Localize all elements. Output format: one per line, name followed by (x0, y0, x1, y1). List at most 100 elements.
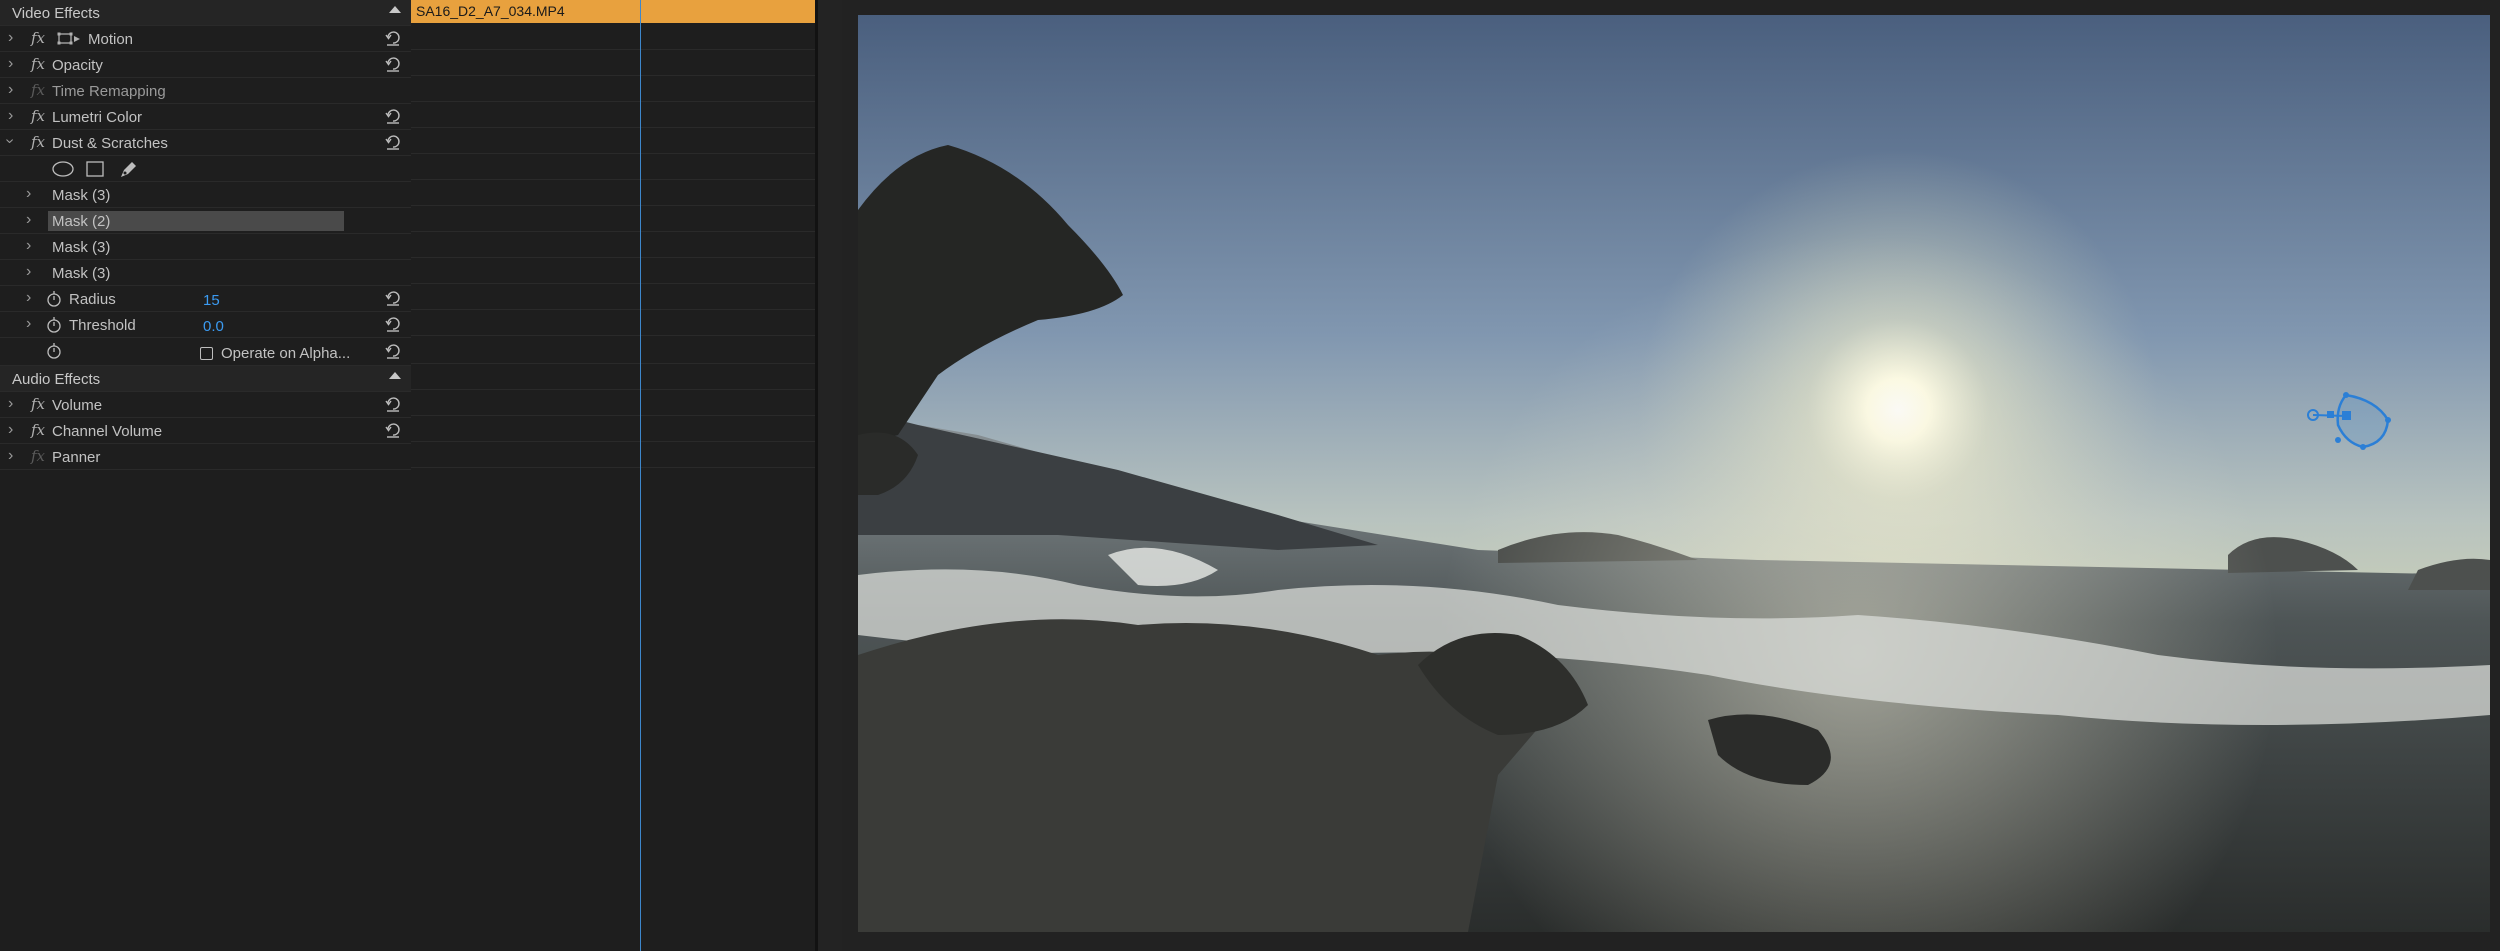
mask-row[interactable]: › Mask (3) (0, 182, 411, 208)
chevron-right-icon[interactable]: › (8, 422, 13, 438)
operate-alpha-label: Operate on Alpha... (221, 345, 351, 362)
timeline-row-divider (411, 335, 815, 336)
effect-label-channel-volume: Channel Volume (52, 423, 163, 440)
reset-icon[interactable] (385, 421, 401, 439)
operate-alpha-checkbox[interactable] (200, 347, 213, 360)
reset-icon[interactable] (385, 133, 401, 151)
reset-icon[interactable] (385, 315, 401, 333)
reset-icon[interactable] (385, 55, 401, 73)
effect-label-panner: Panner (52, 449, 101, 466)
chevron-right-icon[interactable]: › (8, 448, 13, 464)
effect-label-motion: Motion (88, 31, 134, 48)
chevron-right-icon[interactable]: › (26, 264, 31, 280)
audio-effects-title: Audio Effects (12, 371, 101, 388)
chevron-down-icon[interactable]: › (2, 138, 19, 143)
playhead-line[interactable] (640, 0, 641, 951)
panel-divider[interactable] (815, 0, 845, 951)
video-effects-header[interactable]: Video Effects (0, 0, 411, 26)
effect-row-opacity[interactable]: › fx Opacity (0, 52, 411, 78)
fx-icon[interactable]: fx (31, 29, 45, 47)
collapse-up-icon[interactable] (389, 372, 401, 379)
timeline-row-divider (411, 127, 815, 128)
param-row-radius: › Radius 15 (0, 286, 411, 312)
mask-label: Mask (2) (52, 213, 111, 230)
timeline-row-divider (411, 257, 815, 258)
stopwatch-icon[interactable] (46, 316, 62, 334)
timeline-row-divider (411, 101, 815, 102)
chevron-right-icon[interactable]: › (8, 56, 13, 72)
collapse-up-icon[interactable] (389, 6, 401, 13)
threshold-value[interactable]: 0.0 (203, 318, 224, 335)
effect-label-volume: Volume (52, 397, 103, 414)
pen-mask-icon[interactable] (118, 159, 138, 179)
timeline-row-divider (411, 283, 815, 284)
reset-icon[interactable] (385, 29, 401, 47)
effect-row-lumetri-color[interactable]: › fx Lumetri Color (0, 104, 411, 130)
effect-row-panner[interactable]: › fx Panner (0, 444, 411, 470)
effect-label-opacity: Opacity (52, 57, 103, 74)
fx-icon[interactable]: fx (31, 107, 45, 125)
timeline-row-divider (411, 363, 815, 364)
stopwatch-icon[interactable] (46, 290, 62, 308)
fx-icon[interactable]: fx (31, 447, 45, 465)
effect-row-time-remapping[interactable]: › fx Time Remapping (0, 78, 411, 104)
timeline-row-divider (411, 441, 815, 442)
clip-bar[interactable]: SA16_D2_A7_034.MP4 (411, 0, 815, 23)
radius-value[interactable]: 15 (203, 292, 220, 309)
chevron-right-icon[interactable]: › (8, 82, 13, 98)
param-row-threshold: › Threshold 0.0 (0, 312, 411, 338)
mask-label: Mask (3) (52, 265, 111, 282)
video-frame[interactable] (858, 15, 2490, 932)
chevron-right-icon[interactable]: › (26, 238, 31, 254)
effect-label-time-remapping: Time Remapping (52, 83, 166, 100)
chevron-right-icon[interactable]: › (8, 30, 13, 46)
effect-row-motion[interactable]: › fx Motion (0, 26, 411, 52)
fx-icon[interactable]: fx (31, 55, 45, 73)
reset-icon[interactable] (385, 342, 401, 360)
fx-icon[interactable]: fx (31, 421, 45, 439)
mask-row[interactable]: › Mask (3) (0, 260, 411, 286)
effect-timeline[interactable] (411, 0, 815, 951)
timeline-row-divider (411, 205, 815, 206)
param-row-operate-alpha: Operate on Alpha... (0, 338, 411, 366)
param-label-radius: Radius (69, 291, 116, 308)
video-frame-image (858, 15, 2490, 932)
audio-effects-header[interactable]: Audio Effects (0, 366, 411, 392)
chevron-right-icon[interactable]: › (8, 396, 13, 412)
clip-name: SA16_D2_A7_034.MP4 (416, 3, 565, 19)
mask-row[interactable]: › Mask (3) (0, 234, 411, 260)
effect-row-volume[interactable]: › fx Volume (0, 392, 411, 418)
fx-icon[interactable]: fx (31, 81, 45, 99)
timeline-row-divider (411, 467, 815, 468)
timeline-row-divider (411, 153, 815, 154)
fx-icon[interactable]: fx (31, 395, 45, 413)
reset-icon[interactable] (385, 289, 401, 307)
rectangle-mask-icon[interactable] (86, 161, 104, 177)
effect-row-channel-volume[interactable]: › fx Channel Volume (0, 418, 411, 444)
effect-label-lumetri-color: Lumetri Color (52, 109, 143, 126)
mask-row-selected[interactable]: › Mask (2) (0, 208, 411, 234)
timeline-row-divider (411, 231, 815, 232)
chevron-right-icon[interactable]: › (26, 316, 31, 332)
mask-label: Mask (3) (52, 187, 111, 204)
timeline-row-divider (411, 75, 815, 76)
param-label-threshold: Threshold (69, 317, 136, 334)
mask-label: Mask (3) (52, 239, 111, 256)
reset-icon[interactable] (385, 395, 401, 413)
motion-transform-icon (57, 32, 80, 45)
chevron-right-icon[interactable]: › (26, 290, 31, 306)
timeline-row-divider (411, 309, 815, 310)
stopwatch-icon[interactable] (46, 342, 62, 360)
chevron-right-icon[interactable]: › (26, 212, 31, 228)
ellipse-mask-icon[interactable] (52, 161, 74, 177)
fx-icon[interactable]: fx (31, 133, 45, 151)
timeline-row-divider (411, 179, 815, 180)
reset-icon[interactable] (385, 107, 401, 125)
video-effects-title: Video Effects (12, 5, 100, 22)
mask-tools-row (0, 156, 411, 182)
effect-label-dust-scratches: Dust & Scratches (52, 135, 168, 152)
chevron-right-icon[interactable]: › (26, 186, 31, 202)
chevron-right-icon[interactable]: › (8, 108, 13, 124)
timeline-row-divider (411, 415, 815, 416)
effect-row-dust-scratches[interactable]: › fx Dust & Scratches (0, 130, 411, 156)
